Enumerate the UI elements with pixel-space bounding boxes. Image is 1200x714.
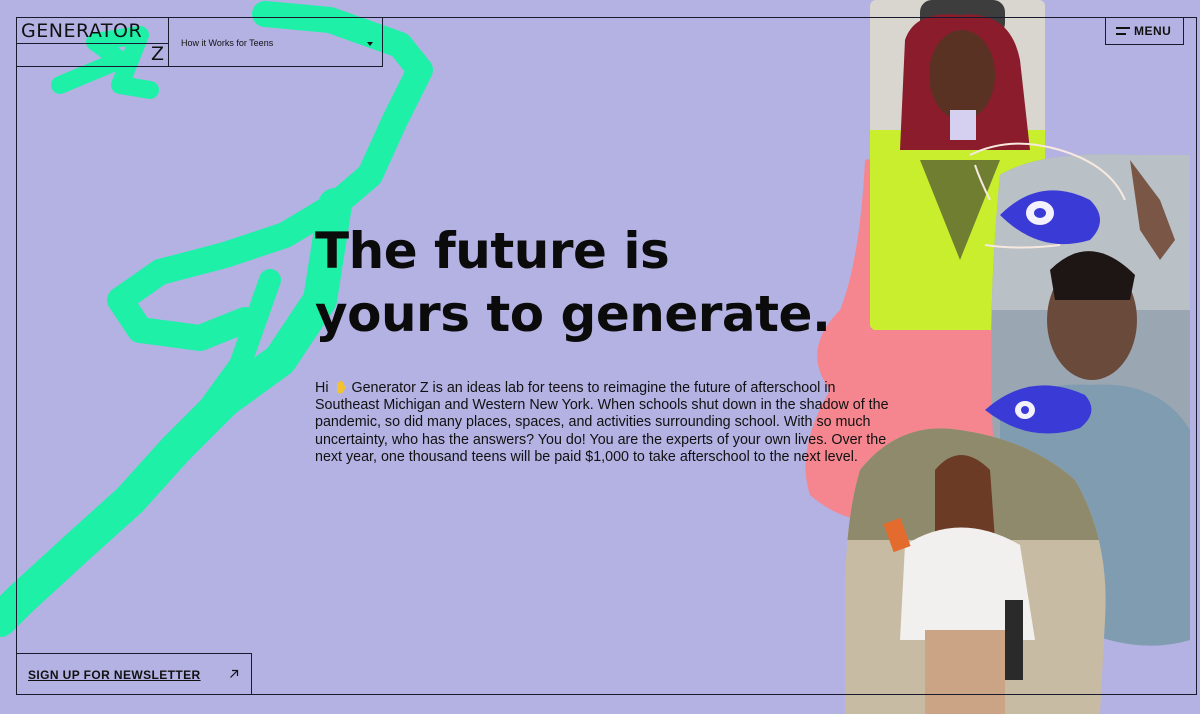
logo-wordmark: GENERATOR — [21, 20, 143, 42]
newsletter-signup-link[interactable]: SIGN UP FOR NEWSLETTER — [16, 653, 252, 695]
arrow-up-right-icon — [230, 669, 239, 678]
intro-greeting: Hi — [315, 380, 329, 396]
teen-photo-collage — [805, 0, 1190, 714]
menu-label: MENU — [1134, 24, 1172, 38]
headline-line-1: The future is — [315, 222, 670, 280]
waving-hand-icon — [336, 380, 346, 394]
hero-intro-paragraph: Hi Generator Z is an ideas lab for teens… — [315, 380, 895, 466]
logo-divider — [17, 43, 168, 44]
headline-line-2: yours to generate. — [315, 285, 831, 343]
caret-down-icon — [367, 42, 373, 46]
audience-dropdown-label: How it Works for Teens — [181, 38, 274, 48]
newsletter-label: SIGN UP FOR NEWSLETTER — [28, 668, 201, 682]
hero-headline: The future is yours to generate. — [315, 220, 915, 346]
intro-body-text: Generator Z is an ideas lab for teens to… — [315, 380, 889, 465]
hamburger-icon — [1116, 27, 1130, 35]
audience-dropdown[interactable]: How it Works for Teens — [168, 17, 383, 67]
generator-z-logo[interactable]: GENERATOR Z — [16, 17, 169, 67]
menu-button[interactable]: MENU — [1105, 17, 1184, 45]
logo-letter: Z — [150, 43, 164, 65]
